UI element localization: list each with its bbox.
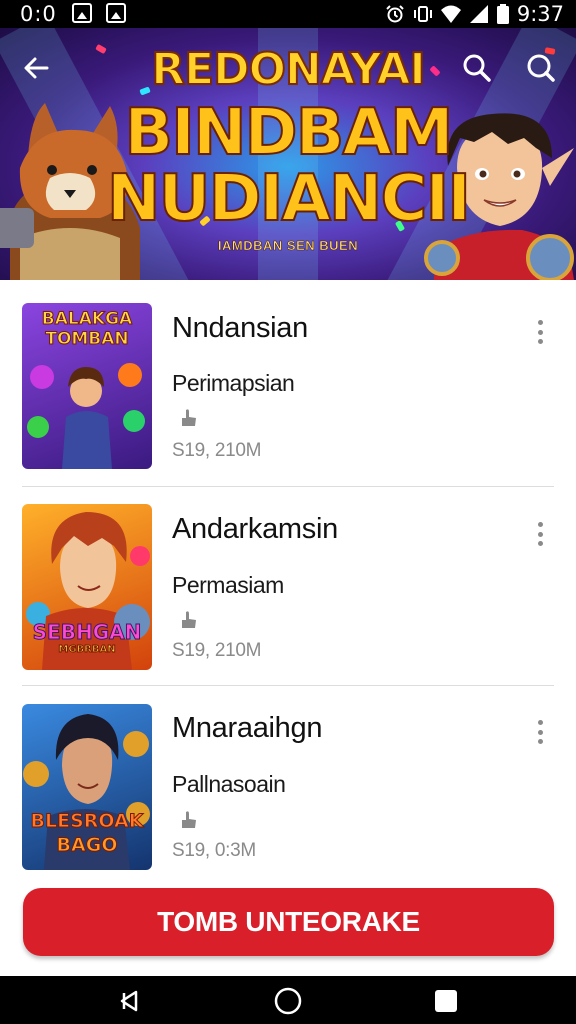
search-button-secondary[interactable] <box>519 46 563 90</box>
image-notification-icon <box>72 3 92 23</box>
more-dot <box>537 339 543 344</box>
recents-square-icon <box>435 990 457 1012</box>
more-options-button[interactable] <box>530 718 550 746</box>
back-triangle-icon <box>120 990 138 1012</box>
more-options-button[interactable] <box>530 318 550 346</box>
hand-icon <box>182 611 196 628</box>
game-category: Pallnasoain <box>172 771 286 797</box>
vibrate-icon <box>413 6 432 22</box>
game-thumbnail: BLESROAK BAGO <box>22 704 152 870</box>
game-title: Mnaraaihgn <box>172 712 323 744</box>
search-icon <box>463 54 491 82</box>
thumbnail-title-line-2: BAGO <box>56 834 118 857</box>
more-dot <box>537 329 543 335</box>
more-options-button[interactable] <box>530 520 550 548</box>
status-time-right: 9:37 <box>516 2 564 26</box>
more-dot <box>537 720 543 725</box>
game-category: Permasiam <box>172 572 284 598</box>
home-circle-icon <box>274 987 302 1015</box>
more-dot <box>537 729 543 735</box>
primary-action-button[interactable]: TOMB UNTEORAKE <box>23 888 554 956</box>
thumbnail-title-line-1: SEBHGAN <box>32 620 142 645</box>
hand-icon <box>182 409 196 426</box>
alarm-icon <box>386 5 404 23</box>
game-size: S19, 0:3M <box>172 840 256 861</box>
banner-title-line-1: BINDBAM <box>123 96 454 170</box>
system-navigation-bar <box>0 976 576 1024</box>
banner-title-main: BINDBAM NUDIANCII <box>0 96 576 236</box>
more-dot <box>537 522 543 527</box>
battery-icon <box>496 4 509 24</box>
signal-icon <box>469 5 488 23</box>
banner-subtitle: IAMDBAN SEN BUEN <box>217 238 359 254</box>
banner-title-line-2: NUDIANCII <box>106 162 472 236</box>
game-category: Perimapsian <box>172 370 295 396</box>
game-thumbnail: BALAKGA TOMBAN <box>22 303 152 469</box>
back-button[interactable] <box>14 46 58 90</box>
hand-icon <box>182 811 196 828</box>
status-time-left: 0:0 <box>20 2 57 26</box>
list-item[interactable]: BALAKGA TOMBAN Nndansian Perimapsian S19… <box>0 280 576 480</box>
list-item[interactable]: BLESROAK BAGO Mnaraaihgn Pallnasoain S19… <box>0 680 576 880</box>
thumbnail-title-line-2: TOMBAN <box>45 329 129 350</box>
thumbnail-title-line-2: MGBRBAN <box>58 644 116 656</box>
more-dot <box>537 320 543 325</box>
game-character-art <box>27 363 145 469</box>
more-dot <box>537 541 543 546</box>
more-dot <box>537 531 543 537</box>
search-button[interactable] <box>455 46 499 90</box>
game-thumbnail: SEBHGAN MGBRBAN <box>22 504 152 670</box>
game-title: Nndansian <box>172 312 308 344</box>
game-size: S19, 210M <box>172 640 262 661</box>
list-item[interactable]: SEBHGAN MGBRBAN Andarkamsin Permasiam S1… <box>0 480 576 680</box>
nav-back-button[interactable] <box>114 988 144 1014</box>
thumbnail-title-line-1: BALAKGA <box>41 309 133 330</box>
game-size: S19, 210M <box>172 440 262 461</box>
nav-recents-button[interactable] <box>431 988 461 1014</box>
thumbnail-title-line-1: BLESROAK <box>30 810 144 833</box>
gallery-notification-icon <box>106 3 126 23</box>
search-icon <box>527 54 555 82</box>
hero-banner: REDONAYAI BINDBAM NUDIANCII IAMDBAN SEN … <box>0 28 576 280</box>
more-dot <box>537 739 543 744</box>
status-bar: 0:0 9:37 <box>0 0 576 28</box>
game-title: Andarkamsin <box>172 513 338 545</box>
nav-home-button[interactable] <box>273 987 303 1015</box>
back-arrow-icon <box>24 57 49 79</box>
wifi-icon <box>440 5 461 23</box>
